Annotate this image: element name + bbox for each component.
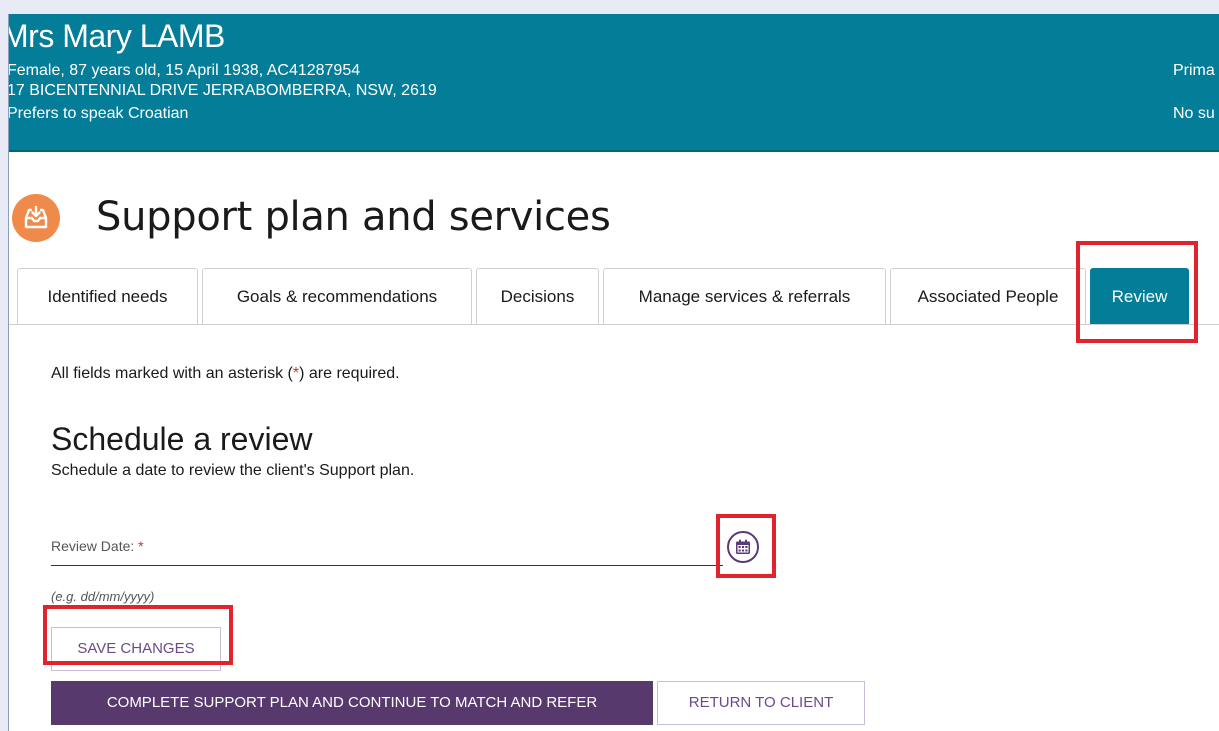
review-date-label-text: Review Date:: [51, 538, 135, 554]
review-date-label: Review Date: *: [51, 538, 144, 554]
save-changes-button[interactable]: SAVE CHANGES: [51, 627, 221, 671]
client-name: Mrs Mary LAMB: [9, 18, 225, 54]
tab-decisions[interactable]: Decisions: [476, 268, 599, 324]
banner-right-secondary: No su: [1173, 105, 1215, 122]
client-details: Female, 87 years old, 15 April 1938, AC4…: [9, 62, 361, 79]
required-note-text-end: ) are required.: [299, 365, 400, 382]
page-title: Support plan and services: [96, 194, 611, 240]
review-date-input[interactable]: [51, 534, 723, 566]
return-to-client-button[interactable]: RETURN TO CLIENT: [657, 681, 865, 725]
client-language: Prefers to speak Croatian: [9, 105, 189, 122]
complete-support-plan-button[interactable]: COMPLETE SUPPORT PLAN AND CONTINUE TO MA…: [51, 681, 653, 725]
app-frame: Mrs Mary LAMB Female, 87 years old, 15 A…: [8, 14, 1219, 731]
tab-manage-services-referrals[interactable]: Manage services & referrals: [603, 268, 886, 324]
calendar-button[interactable]: [727, 531, 759, 563]
review-date-required-marker: *: [138, 538, 144, 554]
tab-review[interactable]: Review: [1090, 268, 1189, 325]
required-note-text-start: All fields marked with an asterisk (: [51, 365, 293, 382]
required-fields-note: All fields marked with an asterisk (*) a…: [51, 365, 400, 383]
tab-associated-people[interactable]: Associated People: [890, 268, 1086, 324]
review-date-hint: (e.g. dd/mm/yyyy): [51, 589, 155, 604]
banner-right-primary: Prima: [1173, 62, 1215, 79]
inbox-download-icon: [12, 194, 60, 242]
tab-goals-recommendations[interactable]: Goals & recommendations: [202, 268, 472, 324]
section-heading: Schedule a review: [51, 421, 313, 457]
client-banner: Mrs Mary LAMB Female, 87 years old, 15 A…: [9, 14, 1219, 152]
client-address: 17 BICENTENNIAL DRIVE JERRABOMBERRA, NSW…: [9, 82, 437, 99]
section-description: Schedule a date to review the client's S…: [51, 462, 415, 479]
tabs-divider: [9, 324, 1219, 325]
calendar-icon: [736, 539, 750, 554]
tab-identified-needs[interactable]: Identified needs: [17, 268, 198, 324]
